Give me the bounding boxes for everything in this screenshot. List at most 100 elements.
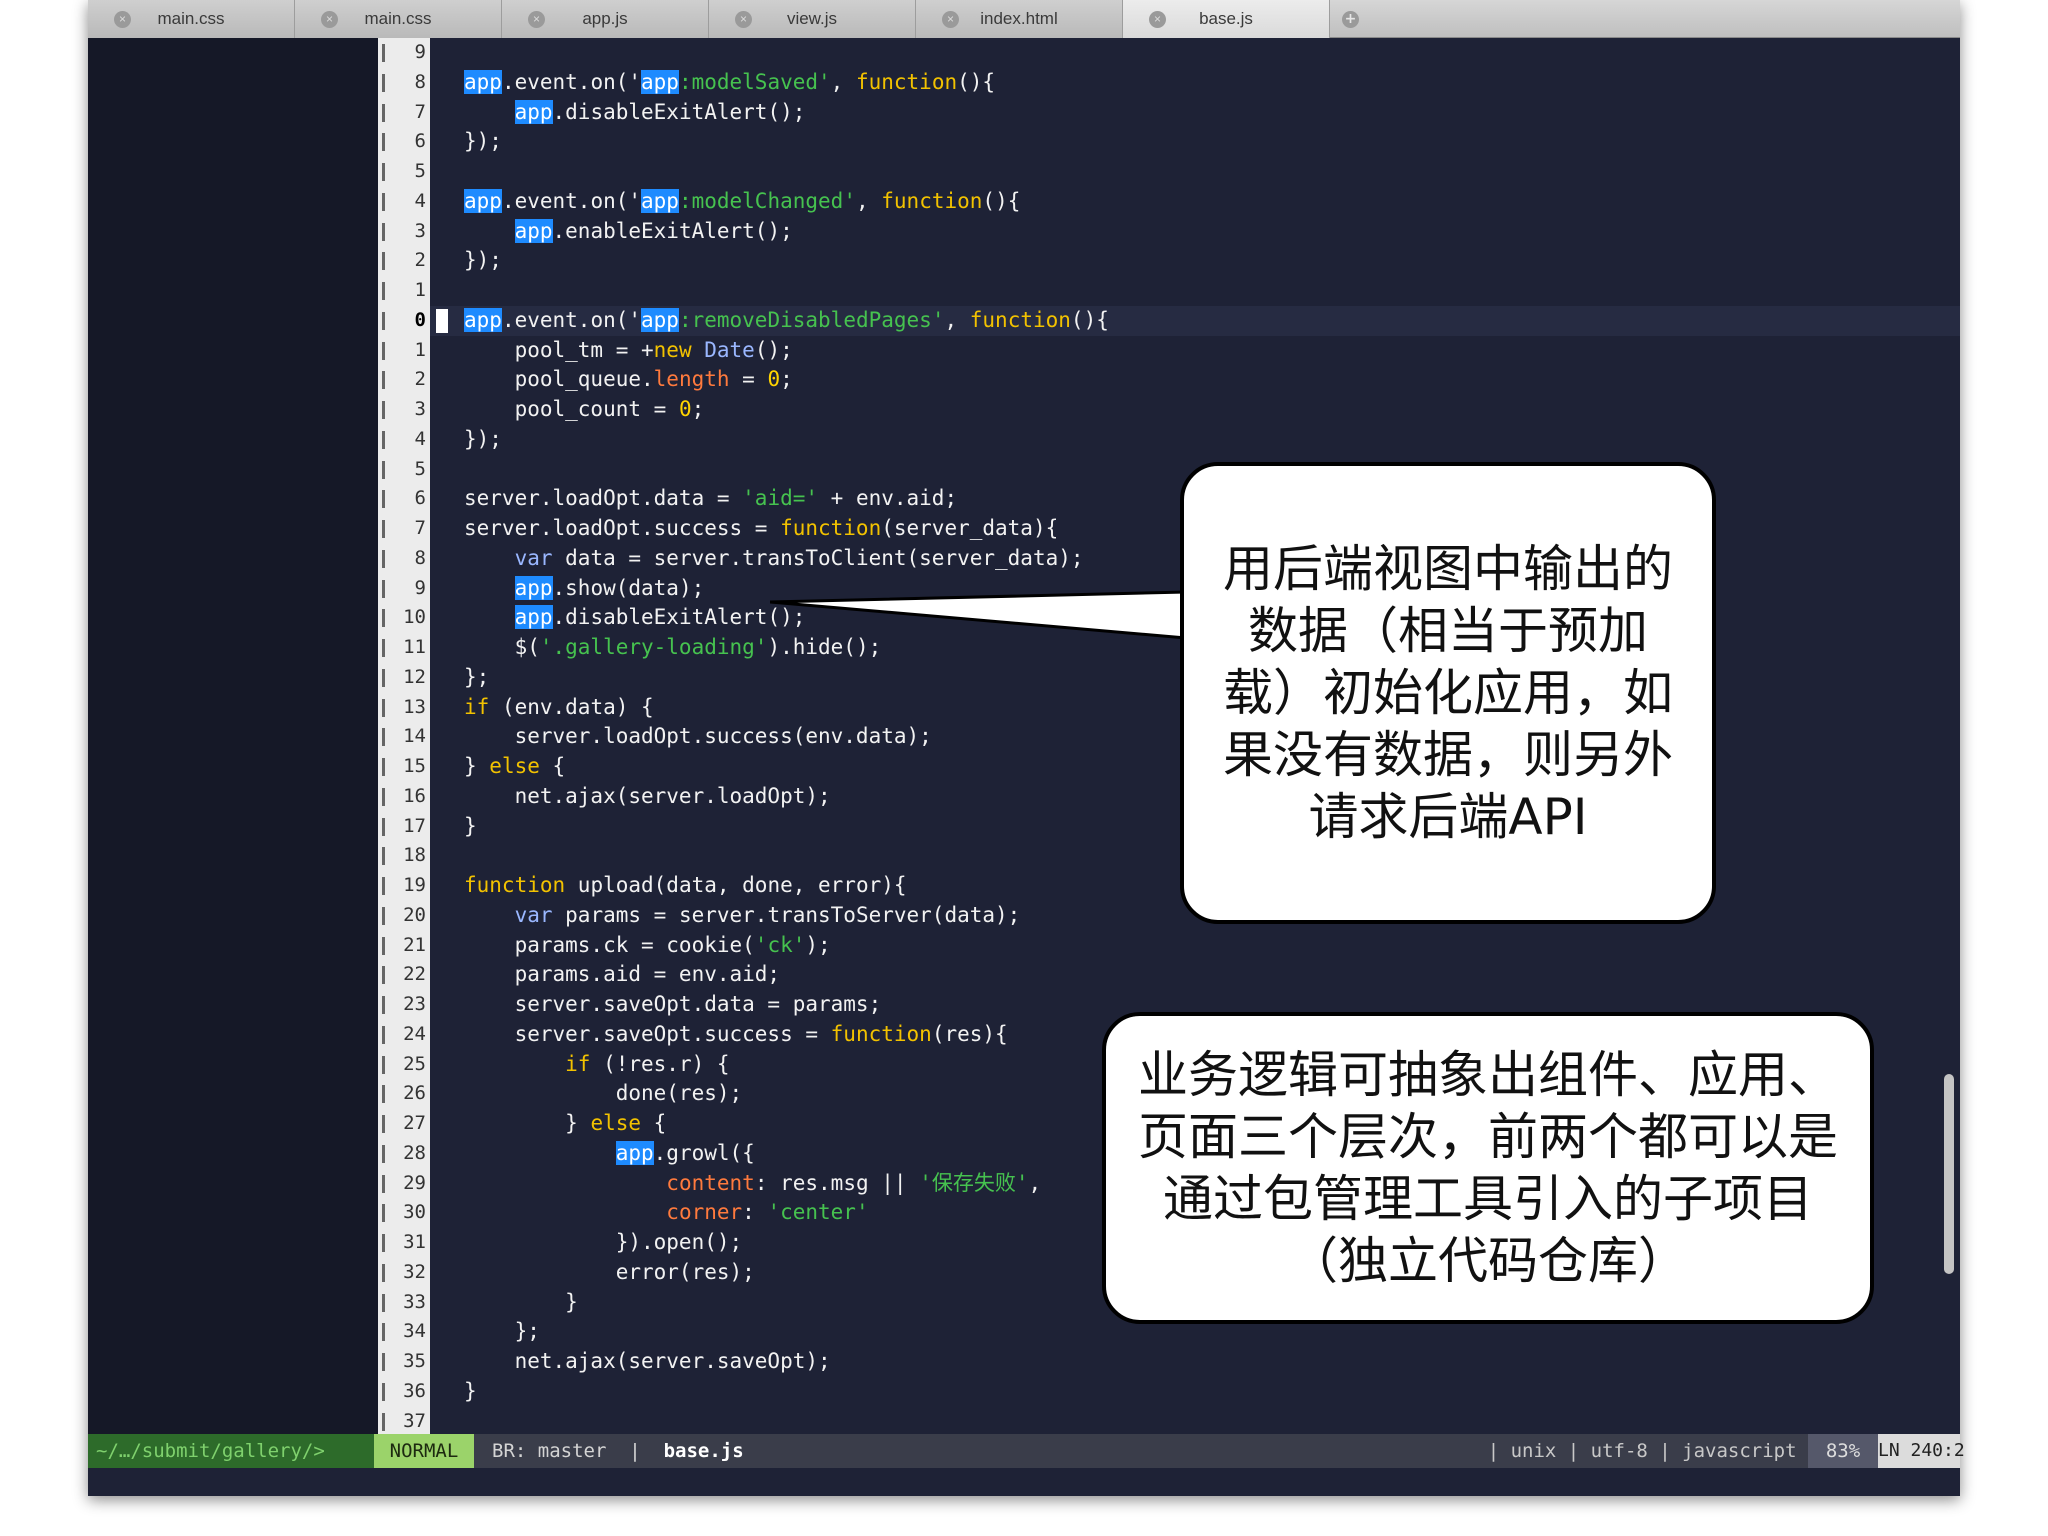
code-text: app.event.on('app:modelChanged', functio… — [464, 188, 1021, 213]
line-number: 17 — [403, 814, 426, 837]
tab-app-js[interactable]: × app.js — [502, 0, 709, 38]
code-line[interactable]: 3 app.enableExitAlert(); — [378, 217, 1960, 247]
code-text: if (!res.r) { — [565, 1051, 730, 1076]
fold-marker — [382, 133, 385, 152]
line-number: 18 — [403, 844, 426, 867]
code-line[interactable]: 1 pool_tm = +new Date(); — [378, 336, 1960, 366]
tab-label: main.css — [157, 9, 225, 28]
status-path: ~/…/submit/gallery/> — [88, 1434, 374, 1468]
fold-marker — [382, 1174, 385, 1193]
status-bar: ~/…/submit/gallery/> NORMAL BR: master |… — [88, 1434, 1965, 1468]
cursor — [436, 308, 448, 333]
fold-marker — [382, 966, 385, 985]
tab-view-js[interactable]: × view.js — [709, 0, 916, 38]
code-text: var params = server.transToServer(data); — [514, 902, 1021, 927]
code-line[interactable]: 0 app.event.on('app:removeDisabledPages',… — [378, 305, 1960, 336]
line-number: 1 — [414, 279, 426, 301]
code-text: content: res.msg || '保存失败', — [666, 1170, 1042, 1195]
code-line[interactable]: 37 — [378, 1407, 1960, 1437]
status-encoding: | unix | utf-8 | javascript — [1487, 1440, 1808, 1462]
code-text: server.saveOpt.success = function(res){ — [464, 1021, 1008, 1046]
code-line[interactable]: 22 params.aid = env.aid; — [378, 960, 1960, 990]
fold-marker — [382, 311, 385, 330]
code-line[interactable]: 3 pool_count = 0; — [378, 395, 1960, 425]
code-line[interactable]: 15} else { — [378, 752, 1960, 782]
code-line[interactable]: 12}; — [378, 663, 1960, 693]
code-text: function upload(data, done, error){ — [464, 873, 907, 897]
code-text: server.loadOpt.success(env.data); — [464, 724, 932, 749]
tab-base-js[interactable]: × base.js — [1123, 0, 1330, 38]
code-line[interactable]: 13 if (env.data) { — [378, 693, 1960, 723]
line-number: 29 — [403, 1171, 426, 1194]
new-tab-button[interactable]: + — [1330, 0, 1370, 38]
code-line[interactable]: 20 var params = server.transToServer(dat… — [378, 901, 1960, 931]
code-line[interactable]: 2}); — [378, 246, 1960, 276]
line-number: 3 — [414, 398, 426, 420]
line-number: 26 — [403, 1082, 426, 1105]
code-line[interactable]: 2 pool_queue.length = 0; — [378, 365, 1960, 395]
code-text: server.loadOpt.data = 'aid=' + env.aid; — [464, 486, 958, 511]
code-text: }; — [464, 664, 490, 689]
line-number: 32 — [403, 1260, 426, 1283]
code-text: corner: 'center' — [666, 1200, 869, 1225]
code-text: }); — [464, 248, 502, 273]
fold-marker — [382, 758, 385, 776]
code-line[interactable]: 5 — [378, 455, 1960, 485]
code-text: net.ajax(server.loadOpt); — [464, 783, 831, 808]
code-line[interactable]: 17} — [378, 812, 1960, 842]
tab-index-html[interactable]: × index.html — [916, 0, 1123, 38]
code-text: done(res); — [464, 1081, 743, 1106]
fold-marker — [382, 341, 385, 360]
code-line[interactable]: 4 app.event.on('app:modelChanged', functi… — [378, 187, 1960, 217]
code-text: app.disableExitAlert(); — [514, 99, 806, 124]
code-line[interactable]: 7 server.loadOpt.success = function(serve… — [378, 514, 1960, 544]
fold-marker — [382, 520, 385, 538]
scrollbar[interactable] — [1944, 1074, 1954, 1274]
code-text: server.saveOpt.data = params; — [464, 992, 882, 1016]
fold-marker — [382, 1144, 385, 1163]
code-line[interactable]: 14 server.loadOpt.success(env.data); — [378, 722, 1960, 752]
line-number: 3 — [414, 219, 426, 242]
fold-marker — [382, 847, 385, 866]
code-line[interactable]: 5 — [378, 157, 1960, 187]
tab-main-css[interactable]: × main.css — [88, 0, 295, 38]
line-number: 9 — [414, 41, 426, 63]
code-text: app.show(data); — [514, 575, 705, 600]
line-number: 5 — [414, 457, 426, 480]
code-line[interactable]: 4}); — [378, 425, 1960, 455]
code-line[interactable]: 16 net.ajax(server.loadOpt); — [378, 782, 1960, 812]
line-number: 2 — [414, 249, 426, 272]
code-line[interactable]: 21 params.ck = cookie('ck'); — [378, 931, 1960, 961]
code-line[interactable]: 35 net.ajax(server.saveOpt); — [378, 1347, 1960, 1377]
code-text: app.disableExitAlert(); — [514, 605, 806, 630]
code-line[interactable]: 1 — [378, 276, 1960, 306]
code-text: } — [464, 1378, 477, 1403]
status-file: base.js — [663, 1440, 744, 1462]
code-line[interactable]: 36} — [378, 1377, 1960, 1407]
line-number: 0 — [414, 308, 426, 331]
status-mode: NORMAL — [374, 1434, 474, 1468]
fold-marker — [382, 1204, 385, 1223]
code-line[interactable]: 19 function upload(data, done, error){ — [378, 871, 1960, 901]
fold-marker — [382, 1382, 385, 1401]
fold-marker — [382, 401, 385, 419]
code-line[interactable]: 6 server.loadOpt.data = 'aid=' + env.aid; — [378, 484, 1960, 514]
code-text: var data = server.transToClient(server_d… — [514, 545, 1084, 570]
line-number: 19 — [403, 874, 426, 896]
tab-main-css[interactable]: × main.css — [295, 0, 502, 38]
code-line[interactable]: 7 app.disableExitAlert(); — [378, 98, 1960, 128]
fold-marker — [382, 1412, 385, 1431]
code-line[interactable]: 8 app.event.on('app:modelSaved', function… — [378, 68, 1960, 98]
code-line[interactable]: 8 var data = server.transToClient(server… — [378, 544, 1960, 574]
code-line[interactable]: 9 — [378, 38, 1960, 68]
fold-marker — [382, 728, 385, 747]
fold-marker — [382, 1115, 385, 1133]
code-text: error(res); — [464, 1259, 755, 1284]
line-number: 27 — [403, 1112, 426, 1134]
fold-marker — [382, 1025, 385, 1044]
code-line[interactable]: 6}); — [378, 127, 1960, 157]
line-number: 36 — [403, 1379, 426, 1402]
code-line[interactable]: 18 — [378, 841, 1960, 871]
fold-marker — [382, 252, 385, 271]
tab-bar: × main.css × main.css × app.js × view.js × index.… — [88, 0, 1960, 38]
